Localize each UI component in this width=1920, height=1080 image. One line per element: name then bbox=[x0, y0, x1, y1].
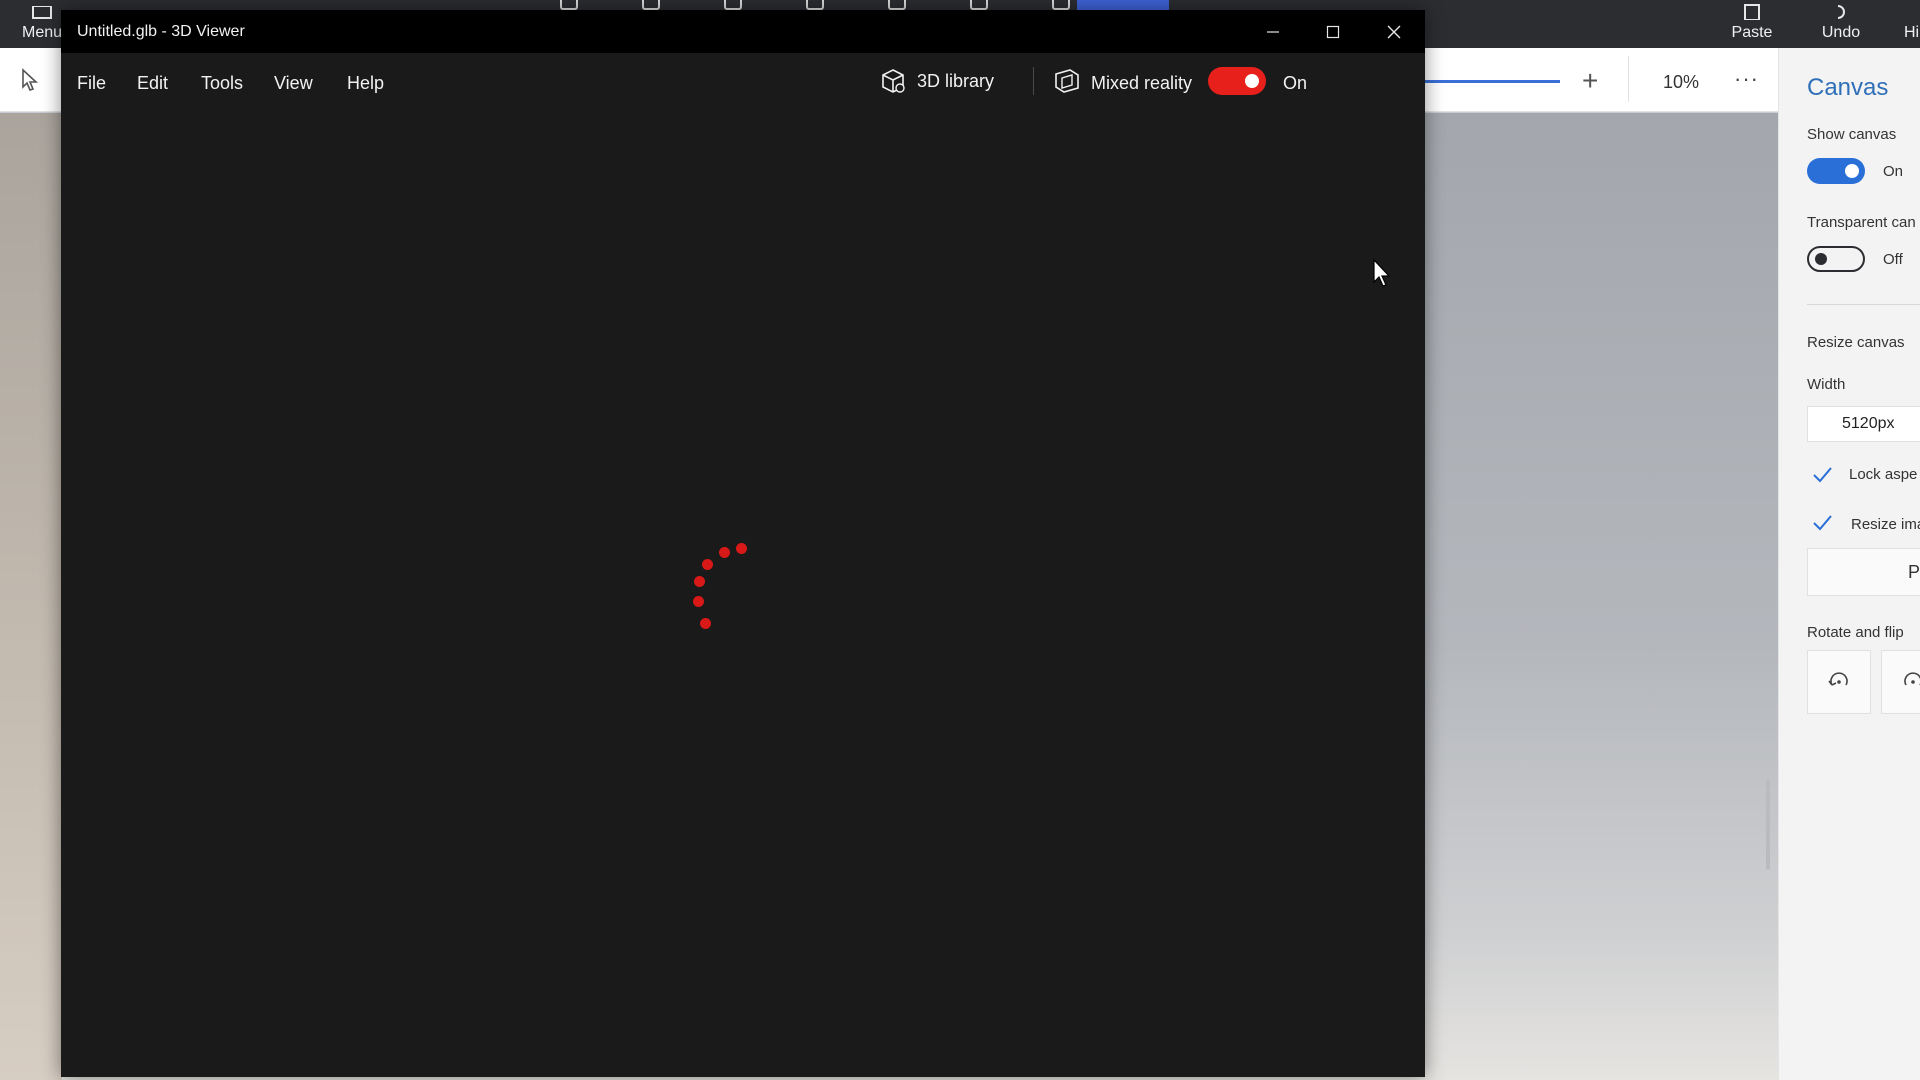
canvas-tab-icon[interactable] bbox=[1052, 0, 1070, 10]
canvas-side-panel: Canvas Show canvas On Transparent can Of… bbox=[1778, 48, 1920, 1080]
resize-image-label: Resize ima bbox=[1851, 516, 1920, 533]
rotate-flip-label: Rotate and flip bbox=[1807, 624, 1904, 641]
panel-divider bbox=[1807, 304, 1920, 305]
transparent-canvas-toggle[interactable] bbox=[1807, 246, 1865, 272]
3d-library-label: 3D library bbox=[917, 70, 995, 91]
mixed-reality-icon bbox=[1055, 69, 1079, 93]
menu-view[interactable]: View bbox=[274, 73, 313, 94]
show-canvas-state: On bbox=[1883, 163, 1904, 180]
loading-dot bbox=[736, 543, 747, 554]
menu-icon bbox=[32, 6, 52, 19]
paste-button[interactable]: Paste bbox=[1727, 0, 1777, 48]
history-label: Hi bbox=[1904, 24, 1920, 41]
loading-dot bbox=[700, 618, 711, 629]
rotate-right-icon bbox=[1904, 672, 1920, 686]
mixed-reality-state: On bbox=[1283, 73, 1308, 93]
paste-icon bbox=[1744, 4, 1760, 20]
show-canvas-toggle[interactable] bbox=[1807, 158, 1865, 184]
menu-button[interactable]: Menu bbox=[20, 0, 64, 48]
menu-separator bbox=[1033, 67, 1034, 95]
resize-canvas-label: Resize canvas bbox=[1807, 334, 1905, 351]
menu-edit[interactable]: Edit bbox=[137, 73, 168, 94]
panel-title: Canvas bbox=[1807, 74, 1889, 101]
3d-shapes-tab-icon[interactable] bbox=[724, 0, 742, 10]
menu-tools[interactable]: Tools bbox=[201, 73, 243, 94]
title-bar[interactable]: Untitled.glb - 3D Viewer bbox=[61, 10, 1425, 53]
transparent-canvas-state: Off bbox=[1883, 251, 1903, 268]
width-input[interactable]: 5120px bbox=[1807, 406, 1920, 442]
cube-icon bbox=[882, 69, 905, 93]
divider bbox=[1628, 56, 1629, 102]
lock-aspect-label: Lock aspe bbox=[1849, 466, 1918, 483]
menu-label: Menu bbox=[21, 24, 63, 41]
resize-image-checkbox-icon[interactable] bbox=[1811, 512, 1833, 534]
3d-library-button[interactable]: 3D library bbox=[879, 65, 994, 97]
paste-label: Paste bbox=[1731, 24, 1773, 41]
maximize-button[interactable] bbox=[1303, 10, 1363, 53]
close-icon bbox=[1387, 25, 1401, 38]
menu-help[interactable]: Help bbox=[347, 73, 384, 94]
canvas-scrollbar[interactable] bbox=[1766, 780, 1770, 870]
rotate-left-icon bbox=[1828, 672, 1848, 686]
stickers-tab-icon[interactable] bbox=[806, 0, 824, 10]
effects-tab-icon[interactable] bbox=[970, 0, 988, 10]
minimize-button[interactable] bbox=[1243, 10, 1303, 53]
3d-viewport[interactable] bbox=[61, 107, 1425, 1077]
loading-dot bbox=[719, 547, 730, 558]
2d-shapes-tab-icon[interactable] bbox=[642, 0, 660, 10]
lock-aspect-checkbox-icon[interactable] bbox=[1811, 464, 1833, 486]
preset-button[interactable]: P bbox=[1807, 548, 1920, 596]
mouse-cursor-icon bbox=[1373, 258, 1391, 287]
window-title: Untitled.glb - 3D Viewer bbox=[77, 23, 245, 40]
show-canvas-label: Show canvas bbox=[1807, 126, 1897, 143]
transparent-canvas-label: Transparent can bbox=[1807, 214, 1916, 231]
more-options-button[interactable]: ··· bbox=[1734, 66, 1759, 92]
rotate-left-button[interactable] bbox=[1807, 650, 1871, 714]
loading-dot bbox=[693, 596, 704, 607]
menu-bar: File Edit Tools View Help 3D library Mix… bbox=[61, 53, 1425, 107]
text-tab-icon[interactable] bbox=[888, 0, 906, 10]
rotate-right-button[interactable] bbox=[1881, 650, 1920, 714]
zoom-in-icon[interactable]: + bbox=[1582, 67, 1598, 95]
loading-dot bbox=[702, 559, 713, 570]
undo-button[interactable]: Undo bbox=[1818, 0, 1864, 48]
3d-viewer-window: Untitled.glb - 3D Viewer File Edit Tools… bbox=[61, 10, 1425, 1077]
zoom-level: 10% bbox=[1663, 72, 1700, 92]
select-pointer-icon[interactable] bbox=[20, 68, 40, 92]
close-button[interactable] bbox=[1364, 10, 1424, 53]
paint3d-canvas-edge bbox=[0, 113, 62, 1080]
maximize-icon bbox=[1326, 25, 1340, 38]
loading-dot bbox=[694, 576, 705, 587]
history-button[interactable]: Hi bbox=[1904, 0, 1920, 48]
brushes-tab-icon[interactable] bbox=[560, 0, 578, 10]
zoom-slider[interactable] bbox=[1424, 80, 1560, 83]
mixed-reality-toggle[interactable] bbox=[1208, 67, 1266, 95]
toggle-knob bbox=[1245, 74, 1259, 88]
menu-file[interactable]: File bbox=[77, 73, 106, 94]
undo-label: Undo bbox=[1821, 24, 1861, 41]
width-label: Width bbox=[1807, 376, 1846, 393]
undo-icon bbox=[1837, 5, 1845, 19]
mixed-reality-label: Mixed reality bbox=[1091, 73, 1193, 93]
minimize-icon bbox=[1267, 30, 1279, 33]
